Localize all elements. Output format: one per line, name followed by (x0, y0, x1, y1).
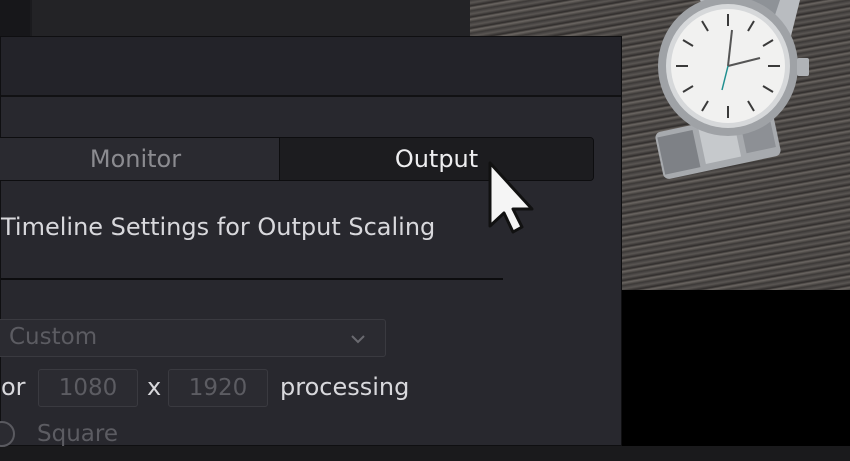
section-title: Timeline Settings for Output Scaling (1, 213, 436, 241)
tab-monitor[interactable]: Monitor (0, 138, 280, 180)
radio-button[interactable] (0, 421, 15, 447)
mouse-pointer-icon (488, 161, 534, 234)
resolution-dropdown-value: Custom (9, 324, 98, 350)
width-input[interactable]: 1080 (38, 369, 138, 407)
resolution-prefix-label: or (1, 373, 26, 401)
section-divider (1, 278, 503, 280)
resolution-dropdown[interactable]: Custom (0, 319, 386, 357)
resolution-suffix-label: processing (280, 373, 410, 401)
pixel-aspect-square-option[interactable]: Square (0, 421, 301, 461)
height-input[interactable]: 1920 (168, 369, 268, 407)
background-panel (32, 0, 470, 38)
resolution-separator: x (147, 373, 162, 401)
background-strip (0, 0, 30, 38)
dialog-titlebar (1, 37, 621, 97)
tab-output[interactable]: Output (280, 138, 593, 180)
square-option-label: Square (37, 421, 118, 447)
background-panels (0, 0, 470, 38)
chevron-down-icon (351, 335, 365, 344)
resolution-row: or 1080 x 1920 processing (1, 369, 621, 409)
project-settings-dialog: Monitor Output Timeline Settings for Out… (0, 36, 622, 447)
